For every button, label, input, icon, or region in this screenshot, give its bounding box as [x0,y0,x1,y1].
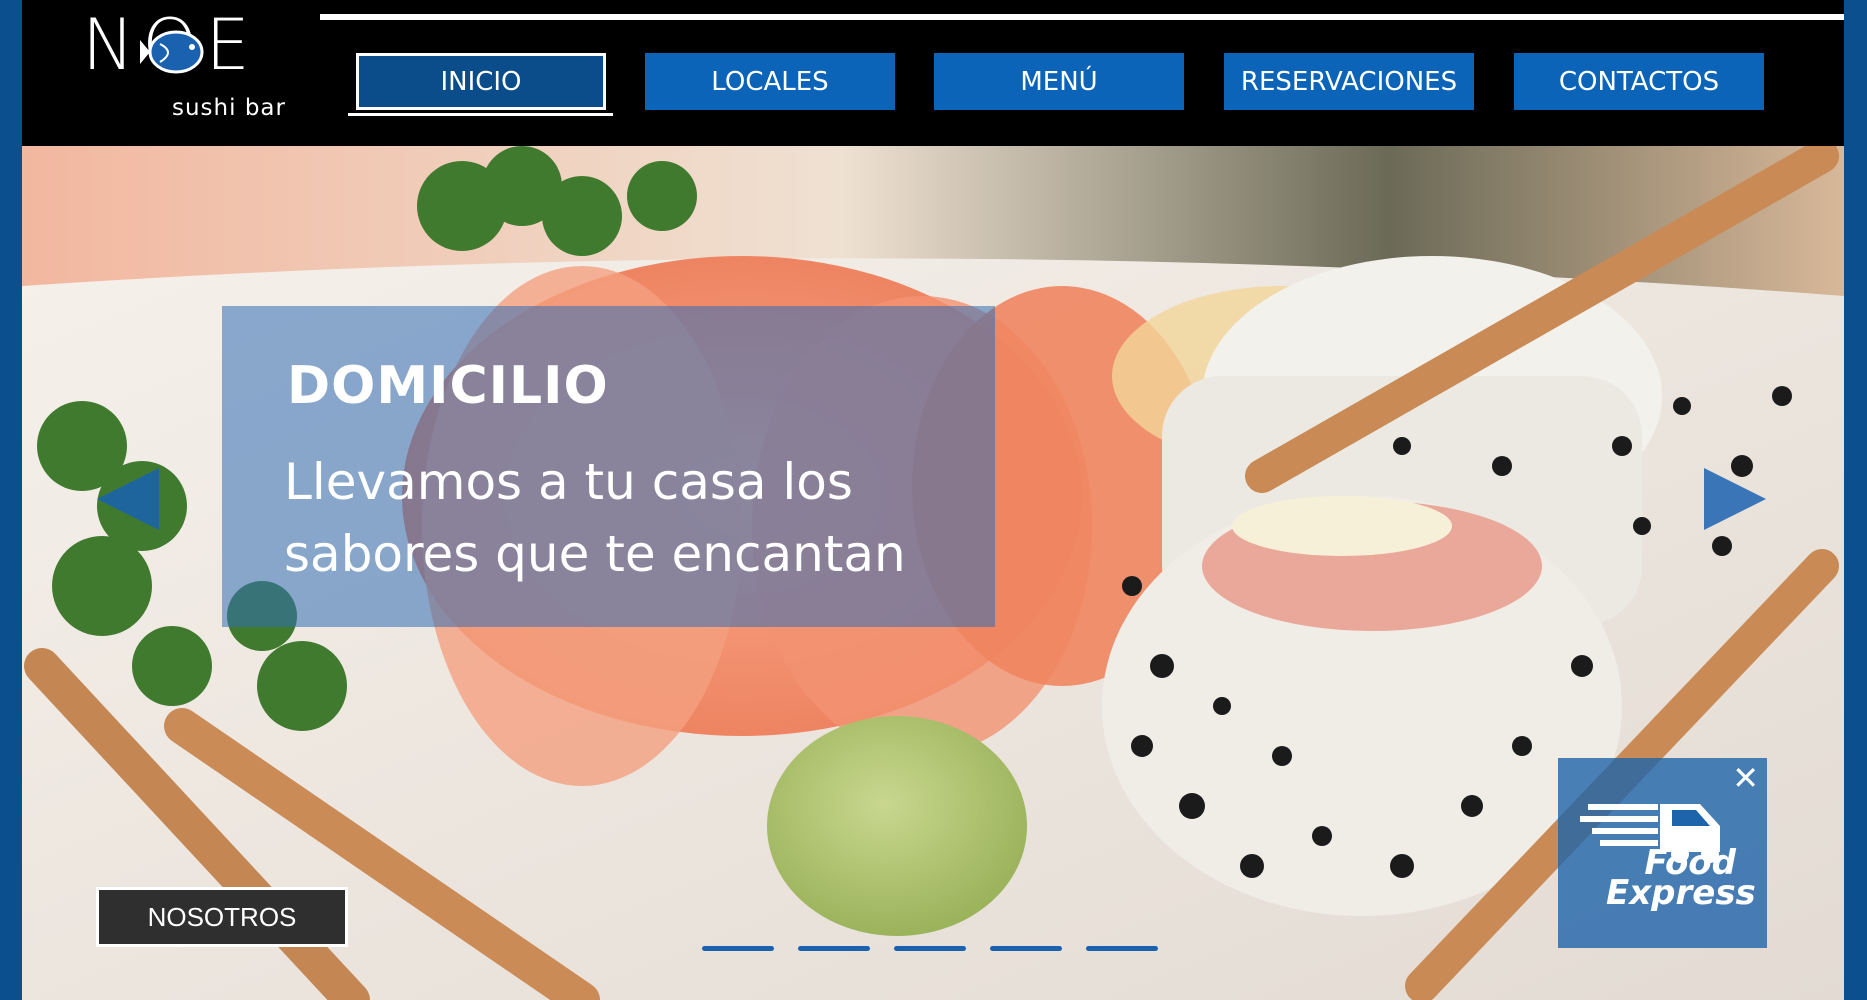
food-express-label: Food Express [1606,846,1756,913]
nav-reservaciones[interactable]: RESERVACIONES [1224,53,1474,110]
food-express-line2: Express [1606,873,1756,913]
slide-title: DOMICILIO [287,356,609,416]
prev-slide-arrow-icon[interactable] [97,468,159,530]
carousel-indicator-3[interactable] [894,946,966,951]
close-icon[interactable]: ✕ [1732,758,1759,798]
nav-contactos[interactable]: CONTACTOS [1514,53,1764,110]
hero-carousel: DOMICILIO Llevamos a tu casa los sabores… [22,146,1844,1000]
page-frame: NOE sushi bar INICIO LOCALES MENÚ RESERV… [22,0,1844,1000]
header-top-rule [320,14,1844,20]
logo[interactable]: NOE sushi bar [82,10,312,121]
slide-caption: DOMICILIO Llevamos a tu casa los sabores… [222,306,995,627]
nav-locales[interactable]: LOCALES [645,53,895,110]
carousel-indicator-5[interactable] [1086,946,1158,951]
nosotros-button[interactable]: NOSOTROS [96,887,348,947]
carousel-indicator-4[interactable] [990,946,1062,951]
nav-inicio[interactable]: INICIO [356,53,606,110]
carousel-indicators [702,946,1158,951]
nav-active-underline [348,113,613,116]
carousel-indicator-2[interactable] [798,946,870,951]
fish-icon [140,30,204,74]
slide-text: Llevamos a tu casa los sabores que te en… [284,453,906,583]
next-slide-arrow-icon[interactable] [1704,468,1766,530]
logo-tagline: sushi bar [172,95,286,121]
food-express-promo[interactable]: ✕ Food Express [1558,758,1767,948]
nav-menu[interactable]: MENÚ [934,53,1184,110]
carousel-indicator-1[interactable] [702,946,774,951]
